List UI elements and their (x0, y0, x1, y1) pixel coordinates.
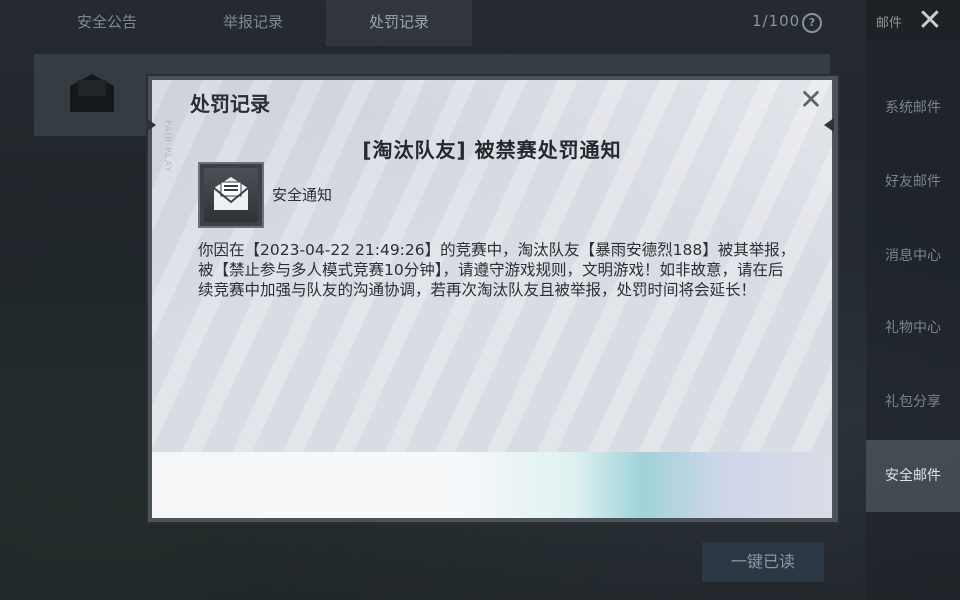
mail-count: 1/100 (752, 12, 801, 30)
sender-name: 安全通知 (272, 186, 333, 204)
modal-bottom-gradient (152, 452, 832, 518)
sidebar-item-message-center[interactable]: 消息中心 (866, 220, 960, 292)
envelope-icon (213, 177, 249, 210)
read-all-button[interactable]: 一键已读 (702, 542, 824, 582)
modal-title: 处罚记录 (190, 92, 270, 116)
sidebar-item-system-mail[interactable]: 系统邮件 (866, 72, 960, 144)
notice-body: 你因在【2023-04-22 21:49:26】的竞赛中，淘汰队友【暴雨安德烈1… (198, 241, 796, 299)
sidebar-header-label: 邮件 (876, 16, 903, 31)
tab-report-records[interactable]: 举报记录 (180, 0, 326, 46)
envelope-icon (70, 74, 114, 112)
modal-corner-left (146, 118, 156, 132)
modal-corner-right (824, 118, 834, 132)
close-icon[interactable]: ✕ (914, 6, 946, 38)
sidebar-item-gift-pack-share[interactable]: 礼包分享 (866, 366, 960, 438)
notice-title: [淘汰队友] 被禁赛处罚通知 (362, 138, 622, 162)
modal-close-icon[interactable]: ✕ (797, 86, 825, 114)
mail-category-tabs: 安全公告 举报记录 处罚记录 (34, 0, 830, 46)
sidebar-item-security-mail[interactable]: 安全邮件 (866, 440, 960, 512)
sidebar-item-gift-center[interactable]: 礼物中心 (866, 292, 960, 364)
help-icon[interactable]: ? (802, 13, 822, 33)
tab-security-announcement[interactable]: 安全公告 (34, 0, 180, 46)
sidebar-item-friend-mail[interactable]: 好友邮件 (866, 146, 960, 218)
tab-penalty-records[interactable]: 处罚记录 (326, 0, 472, 46)
